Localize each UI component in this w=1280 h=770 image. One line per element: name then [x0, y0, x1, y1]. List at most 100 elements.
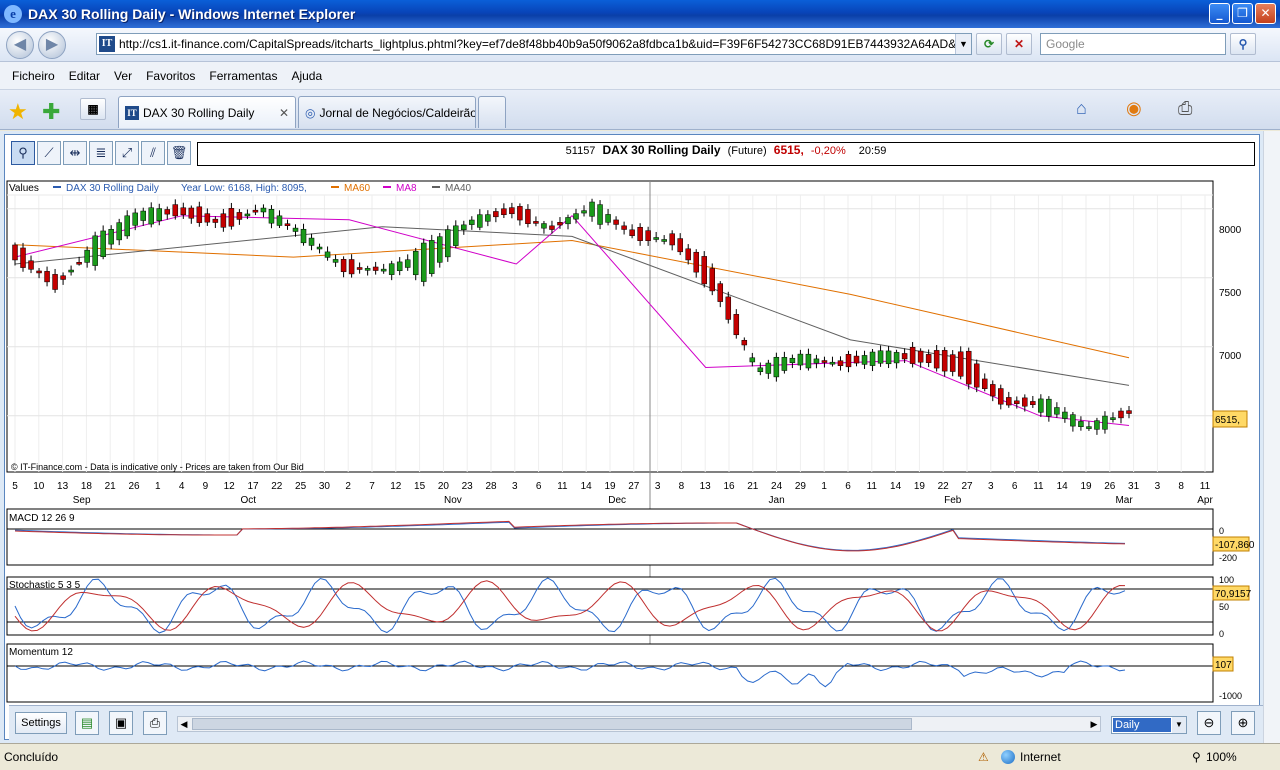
candle-body — [813, 358, 820, 364]
stop-button[interactable]: ✕ — [1006, 33, 1032, 55]
search-input[interactable]: Google — [1040, 33, 1226, 55]
date-tick: 19 — [604, 481, 616, 492]
scroll-left-icon[interactable]: ◀ — [178, 717, 190, 731]
date-tick: 9 — [203, 481, 209, 492]
date-tick: 22 — [938, 481, 950, 492]
search-icon[interactable]: ⚲ — [1230, 33, 1256, 55]
menu-editar[interactable]: Editar — [69, 69, 100, 83]
page-content: ⚲ ⟋ ⇹ ≣ ⤢ ⫽ 🗑 51157 DAX 30 Rolling Daily… — [0, 131, 1280, 743]
page-vertical-scrollbar[interactable] — [1263, 131, 1280, 743]
candle-body — [621, 225, 627, 230]
menu-ferramentas[interactable]: Ferramentas — [209, 69, 277, 83]
candle-body — [1094, 420, 1100, 430]
current-price-label: 6515, — [1215, 415, 1240, 426]
refresh-button[interactable]: ⟳ — [976, 33, 1002, 55]
address-bar[interactable]: IT http://cs1.it-finance.com/CapitalSpre… — [96, 33, 972, 55]
candle-body — [693, 251, 699, 273]
print-chart-icon[interactable]: ⎙ — [143, 711, 167, 735]
channel-tool-icon[interactable]: ⤢ — [115, 141, 139, 165]
home-icon[interactable]: ⌂ — [1076, 98, 1087, 119]
parallel-tool-icon[interactable]: ⫽ — [141, 141, 165, 165]
candle-body — [284, 223, 291, 226]
candle-body — [420, 242, 427, 282]
candle-body — [348, 259, 355, 275]
menu-favoritos[interactable]: Favoritos — [146, 69, 195, 83]
menu-ver[interactable]: Ver — [114, 69, 132, 83]
new-tab-button[interactable] — [478, 96, 506, 128]
scroll-right-icon[interactable]: ▶ — [1088, 717, 1100, 731]
candle-body — [164, 209, 171, 215]
feeds-icon[interactable]: ◉ — [1126, 98, 1142, 119]
maximize-button[interactable]: ❐ — [1232, 3, 1253, 24]
tab-jornal[interactable]: ◎ Jornal de Negócios/Caldeirão... — [298, 96, 476, 128]
candle-body — [316, 246, 323, 250]
chart-canvas[interactable]: Values DAX 30 Rolling Daily Year Low: 61… — [5, 173, 1259, 705]
candle-body — [749, 357, 756, 363]
candle-body — [909, 346, 916, 364]
candle-body — [541, 223, 547, 229]
close-tab-icon[interactable]: ✕ — [279, 106, 289, 120]
candle-body — [340, 259, 347, 273]
navigation-bar: ◀ ▶ IT http://cs1.it-finance.com/Capital… — [0, 28, 1280, 62]
zoom-in-icon[interactable]: ⊕ — [1231, 711, 1255, 735]
status-bar: Concluído ⚠ Internet ⚲ 100% — [0, 743, 1280, 770]
legend-ma8-swatch — [383, 186, 391, 188]
delete-tool-icon[interactable]: 🗑 — [167, 141, 191, 165]
zoom-icon[interactable]: ⚲ — [1192, 750, 1201, 764]
instrument-name: DAX 30 Rolling Daily — [602, 143, 721, 157]
stochastic-value: 70,9157 — [1215, 589, 1252, 600]
scroll-thumb[interactable] — [192, 718, 912, 730]
stochastic-panel-frame — [6, 576, 1214, 636]
save-icon[interactable]: ▣ — [109, 711, 133, 735]
fibonacci-tool-icon[interactable]: ≣ — [89, 141, 113, 165]
tab-label: DAX 30 Rolling Daily — [143, 105, 255, 120]
date-tick: 6 — [536, 481, 542, 492]
candle-body — [805, 353, 812, 369]
month-label: Dec — [608, 495, 626, 506]
candle-body — [485, 214, 491, 222]
minimize-button[interactable]: _ — [1209, 3, 1230, 24]
menu-ajuda[interactable]: Ajuda — [291, 69, 322, 83]
candle-body — [364, 268, 371, 271]
candle-body — [509, 207, 515, 215]
month-label: Oct — [240, 495, 256, 506]
legend-range: Year Low: 6168, High: 8095, — [181, 183, 307, 194]
date-tick: 27 — [628, 481, 640, 492]
quick-tabs-icon[interactable]: ▦ — [80, 98, 106, 120]
address-dropdown-icon[interactable]: ▼ — [955, 34, 971, 54]
trendline-tool-icon[interactable]: ⟋ — [37, 141, 61, 165]
print-icon[interactable]: ⎙ — [1178, 98, 1192, 119]
export-icon[interactable]: ▤ — [75, 711, 99, 735]
candle-body — [901, 353, 908, 360]
period-select[interactable]: Daily ▼ — [1111, 716, 1187, 734]
candle-body — [1062, 411, 1068, 419]
candle-body — [453, 225, 459, 246]
period-dropdown-icon[interactable]: ▼ — [1172, 717, 1186, 733]
back-button[interactable]: ◀ — [6, 31, 34, 59]
candle-body — [356, 267, 363, 270]
instrument-id: 51157 — [565, 145, 596, 157]
close-window-button[interactable]: ✕ — [1255, 3, 1276, 24]
horizontal-line-tool-icon[interactable]: ⇹ — [63, 141, 87, 165]
instrument-header: 51157 DAX 30 Rolling Daily (Future) 6515… — [197, 142, 1255, 166]
zoom-tool-icon[interactable]: ⚲ — [11, 141, 35, 165]
chart-horizontal-scrollbar[interactable]: ◀ ▶ — [177, 716, 1101, 732]
candle-body — [573, 213, 579, 220]
month-label: Nov — [444, 495, 462, 506]
date-tick: 14 — [890, 481, 902, 492]
candle-body — [1022, 397, 1028, 407]
date-tick: 21 — [747, 481, 759, 492]
favorites-star-icon[interactable]: ★ — [8, 99, 28, 125]
add-favorite-icon[interactable]: ✚ — [42, 99, 60, 125]
protected-mode-icon: ⚠ — [978, 750, 989, 764]
forward-button[interactable]: ▶ — [38, 31, 66, 59]
settings-button[interactable]: Settings — [15, 712, 67, 734]
menu-ficheiro[interactable]: Ficheiro — [12, 69, 55, 83]
zoom-level[interactable]: 100% — [1206, 750, 1237, 764]
candle-body — [380, 268, 387, 272]
candle-body — [765, 362, 772, 374]
tab-dax-chart[interactable]: IT DAX 30 Rolling Daily ✕ — [118, 96, 296, 128]
date-tick: 20 — [438, 481, 450, 492]
zoom-out-icon[interactable]: ⊖ — [1197, 711, 1221, 735]
menu-bar: Ficheiro Editar Ver Favoritos Ferramenta… — [0, 62, 1280, 90]
